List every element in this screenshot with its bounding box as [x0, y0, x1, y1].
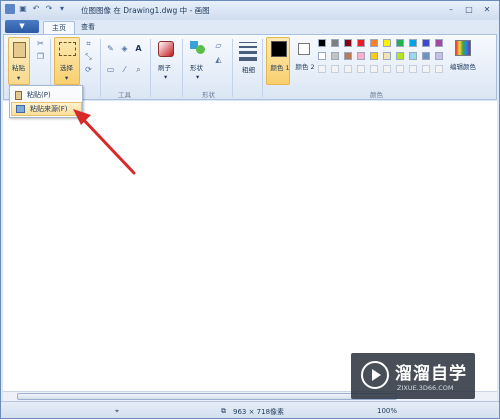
scrollbar-thumb[interactable] [17, 393, 397, 400]
watermark: 溜溜自学 ZIXUE.3D66.COM [351, 353, 475, 399]
zoom-level: 100% [377, 407, 398, 415]
watermark-title: 溜溜自学 [395, 364, 467, 384]
image-size: 963 × 718像素 [233, 408, 285, 416]
play-logo-icon [361, 361, 389, 389]
status-bar: ⌖ ⧉ 963 × 718像素 100% [1, 401, 499, 418]
arrow-shaft [79, 115, 136, 175]
cursor-position-icon: ⌖ [115, 407, 119, 415]
watermark-url: ZIXUE.3D66.COM [397, 384, 454, 392]
image-size-icon: ⧉ [221, 407, 226, 415]
paint-window: ▣ ↶ ↷ ▾ 位图图像 在 Drawing1.dwg 中 - 画图 – □ ✕… [0, 0, 500, 419]
